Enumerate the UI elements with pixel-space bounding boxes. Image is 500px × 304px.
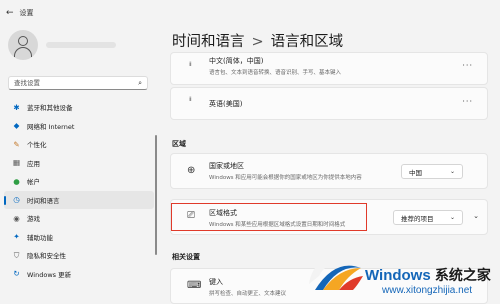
search-box[interactable]: ⌕ xyxy=(8,76,148,90)
country-select-value: 中国 xyxy=(409,168,422,177)
brush-icon: ✎ xyxy=(13,139,20,149)
accessibility-icon: ✦ xyxy=(13,232,20,242)
watermark: Windows 系统之家 www.xitongzhijia.net xyxy=(300,240,500,304)
country-select[interactable]: 中国 ⌄ xyxy=(401,164,463,179)
breadcrumb-parent[interactable]: 时间和语言 xyxy=(172,34,245,50)
related-settings-label: 相关设置 xyxy=(172,253,200,261)
typing-title: 键入 xyxy=(209,278,223,286)
sidebar-nav: ✱ 蓝牙和其他设备 ◆ 网络和 Internet ✎ 个性化 ▦ 应用 ● 帐户… xyxy=(4,98,154,283)
typing-desc: 拼写检查、自动更正、文本建议 xyxy=(209,291,287,297)
sidebar-item-label: 隐私和安全性 xyxy=(27,252,66,261)
country-region-card: ⊕ 国家或地区 Windows 和应用可能会根据你的国家或地区为你提供本地内容 … xyxy=(170,153,488,189)
search-input[interactable] xyxy=(14,79,124,87)
sidebar-item-label: 游戏 xyxy=(27,215,40,224)
sidebar-item-label: 蓝牙和其他设备 xyxy=(27,104,73,113)
sidebar-item-privacy[interactable]: ⛉ 隐私和安全性 xyxy=(4,246,154,265)
update-icon: ↻ xyxy=(13,269,20,279)
page-title: 时间和语言 > 语言和区域 xyxy=(172,30,343,51)
shield-icon: ⛉ xyxy=(13,250,20,260)
region-section-label: 区域 xyxy=(172,140,186,148)
sidebar-item-label: 时间和语言 xyxy=(27,196,60,205)
sidebar-item-label: Windows 更新 xyxy=(27,270,72,279)
sidebar-item-label: 帐户 xyxy=(27,178,40,187)
apps-icon: ▦ xyxy=(12,158,21,168)
user-name-redacted xyxy=(46,42,116,48)
main-scrollbar[interactable] xyxy=(155,135,157,255)
sidebar-item-label: 应用 xyxy=(27,159,40,168)
search-icon[interactable]: ⌕ xyxy=(138,79,142,88)
sidebar-item-windows-update[interactable]: ↻ Windows 更新 xyxy=(4,265,154,284)
settings-window: ← 设置 ⌕ ✱ 蓝牙和其他设备 ◆ 网络和 Internet ✎ 个性化 xyxy=(0,0,500,304)
sidebar-item-label: 个性化 xyxy=(27,141,47,150)
language-name: 英语(美国) xyxy=(209,100,243,108)
country-desc: Windows 和应用可能会根据你的国家或地区为你提供本地内容 xyxy=(209,175,362,181)
wifi-icon: ◆ xyxy=(13,121,20,131)
sidebar-item-time-language[interactable]: ◷ 时间和语言 xyxy=(4,190,154,209)
format-select[interactable]: 推荐的项目 ⌄ xyxy=(393,210,463,225)
language-card-chinese[interactable]: ⁞⁞ 中文(简体，中国) 语言包、文本到语音转换、语音识别、手写、基本键入 ··… xyxy=(170,52,488,85)
gamepad-icon: ◉ xyxy=(13,213,20,223)
sidebar-item-personalization[interactable]: ✎ 个性化 xyxy=(4,135,154,154)
drag-handle-icon[interactable]: ⁞⁞ xyxy=(189,97,193,103)
expand-chevron-icon[interactable]: ⌄ xyxy=(473,212,479,220)
breadcrumb-separator: > xyxy=(251,34,264,50)
language-features: 语言包、文本到语音转换、语音识别、手写、基本键入 xyxy=(209,70,342,76)
language-name: 中文(简体，中国) xyxy=(209,57,264,65)
watermark-cn: 系统之家 xyxy=(434,267,491,283)
avatar xyxy=(8,30,38,60)
person-icon: ● xyxy=(13,176,20,186)
sidebar-item-label: 网络和 Internet xyxy=(27,122,75,131)
country-title: 国家或地区 xyxy=(209,162,244,170)
sidebar-item-apps[interactable]: ▦ 应用 xyxy=(4,154,154,173)
sidebar-item-gaming[interactable]: ◉ 游戏 xyxy=(4,209,154,228)
back-arrow-icon[interactable]: ← xyxy=(6,8,14,18)
windows-logo-icon xyxy=(309,256,363,290)
highlight-box xyxy=(171,203,367,231)
watermark-brand: Windows xyxy=(365,267,431,284)
chevron-down-icon: ⌄ xyxy=(449,214,455,221)
globe-clock-icon: ◷ xyxy=(13,195,20,205)
breadcrumb-current: 语言和区域 xyxy=(270,34,344,50)
chevron-down-icon: ⌄ xyxy=(449,168,455,175)
bluetooth-icon: ✱ xyxy=(13,102,20,112)
sidebar-item-accessibility[interactable]: ✦ 辅助功能 xyxy=(4,228,154,247)
sidebar-item-label: 辅助功能 xyxy=(27,233,53,242)
sidebar: ⌕ ✱ 蓝牙和其他设备 ◆ 网络和 Internet ✎ 个性化 ▦ 应用 ● … xyxy=(0,24,158,304)
more-options-icon[interactable]: ··· xyxy=(462,61,473,70)
format-select-value: 推荐的项目 xyxy=(401,214,434,223)
drag-handle-icon[interactable]: ⁞⁞ xyxy=(189,62,193,68)
keyboard-icon: ⌨ xyxy=(187,280,202,291)
user-profile[interactable] xyxy=(8,30,116,60)
sidebar-item-bluetooth[interactable]: ✱ 蓝牙和其他设备 xyxy=(4,98,154,117)
language-card-english[interactable]: ⁞⁞ 英语(美国) ··· xyxy=(170,87,488,120)
sidebar-item-accounts[interactable]: ● 帐户 xyxy=(4,172,154,191)
more-options-icon[interactable]: ··· xyxy=(462,97,473,106)
sidebar-item-network[interactable]: ◆ 网络和 Internet xyxy=(4,117,154,136)
window-title: 设置 xyxy=(19,9,34,17)
watermark-title: Windows 系统之家 xyxy=(365,265,491,285)
globe-icon: ⊕ xyxy=(187,165,196,176)
title-bar: ← 设置 xyxy=(6,8,34,18)
watermark-url: www.xitongzhijia.net xyxy=(382,285,473,296)
